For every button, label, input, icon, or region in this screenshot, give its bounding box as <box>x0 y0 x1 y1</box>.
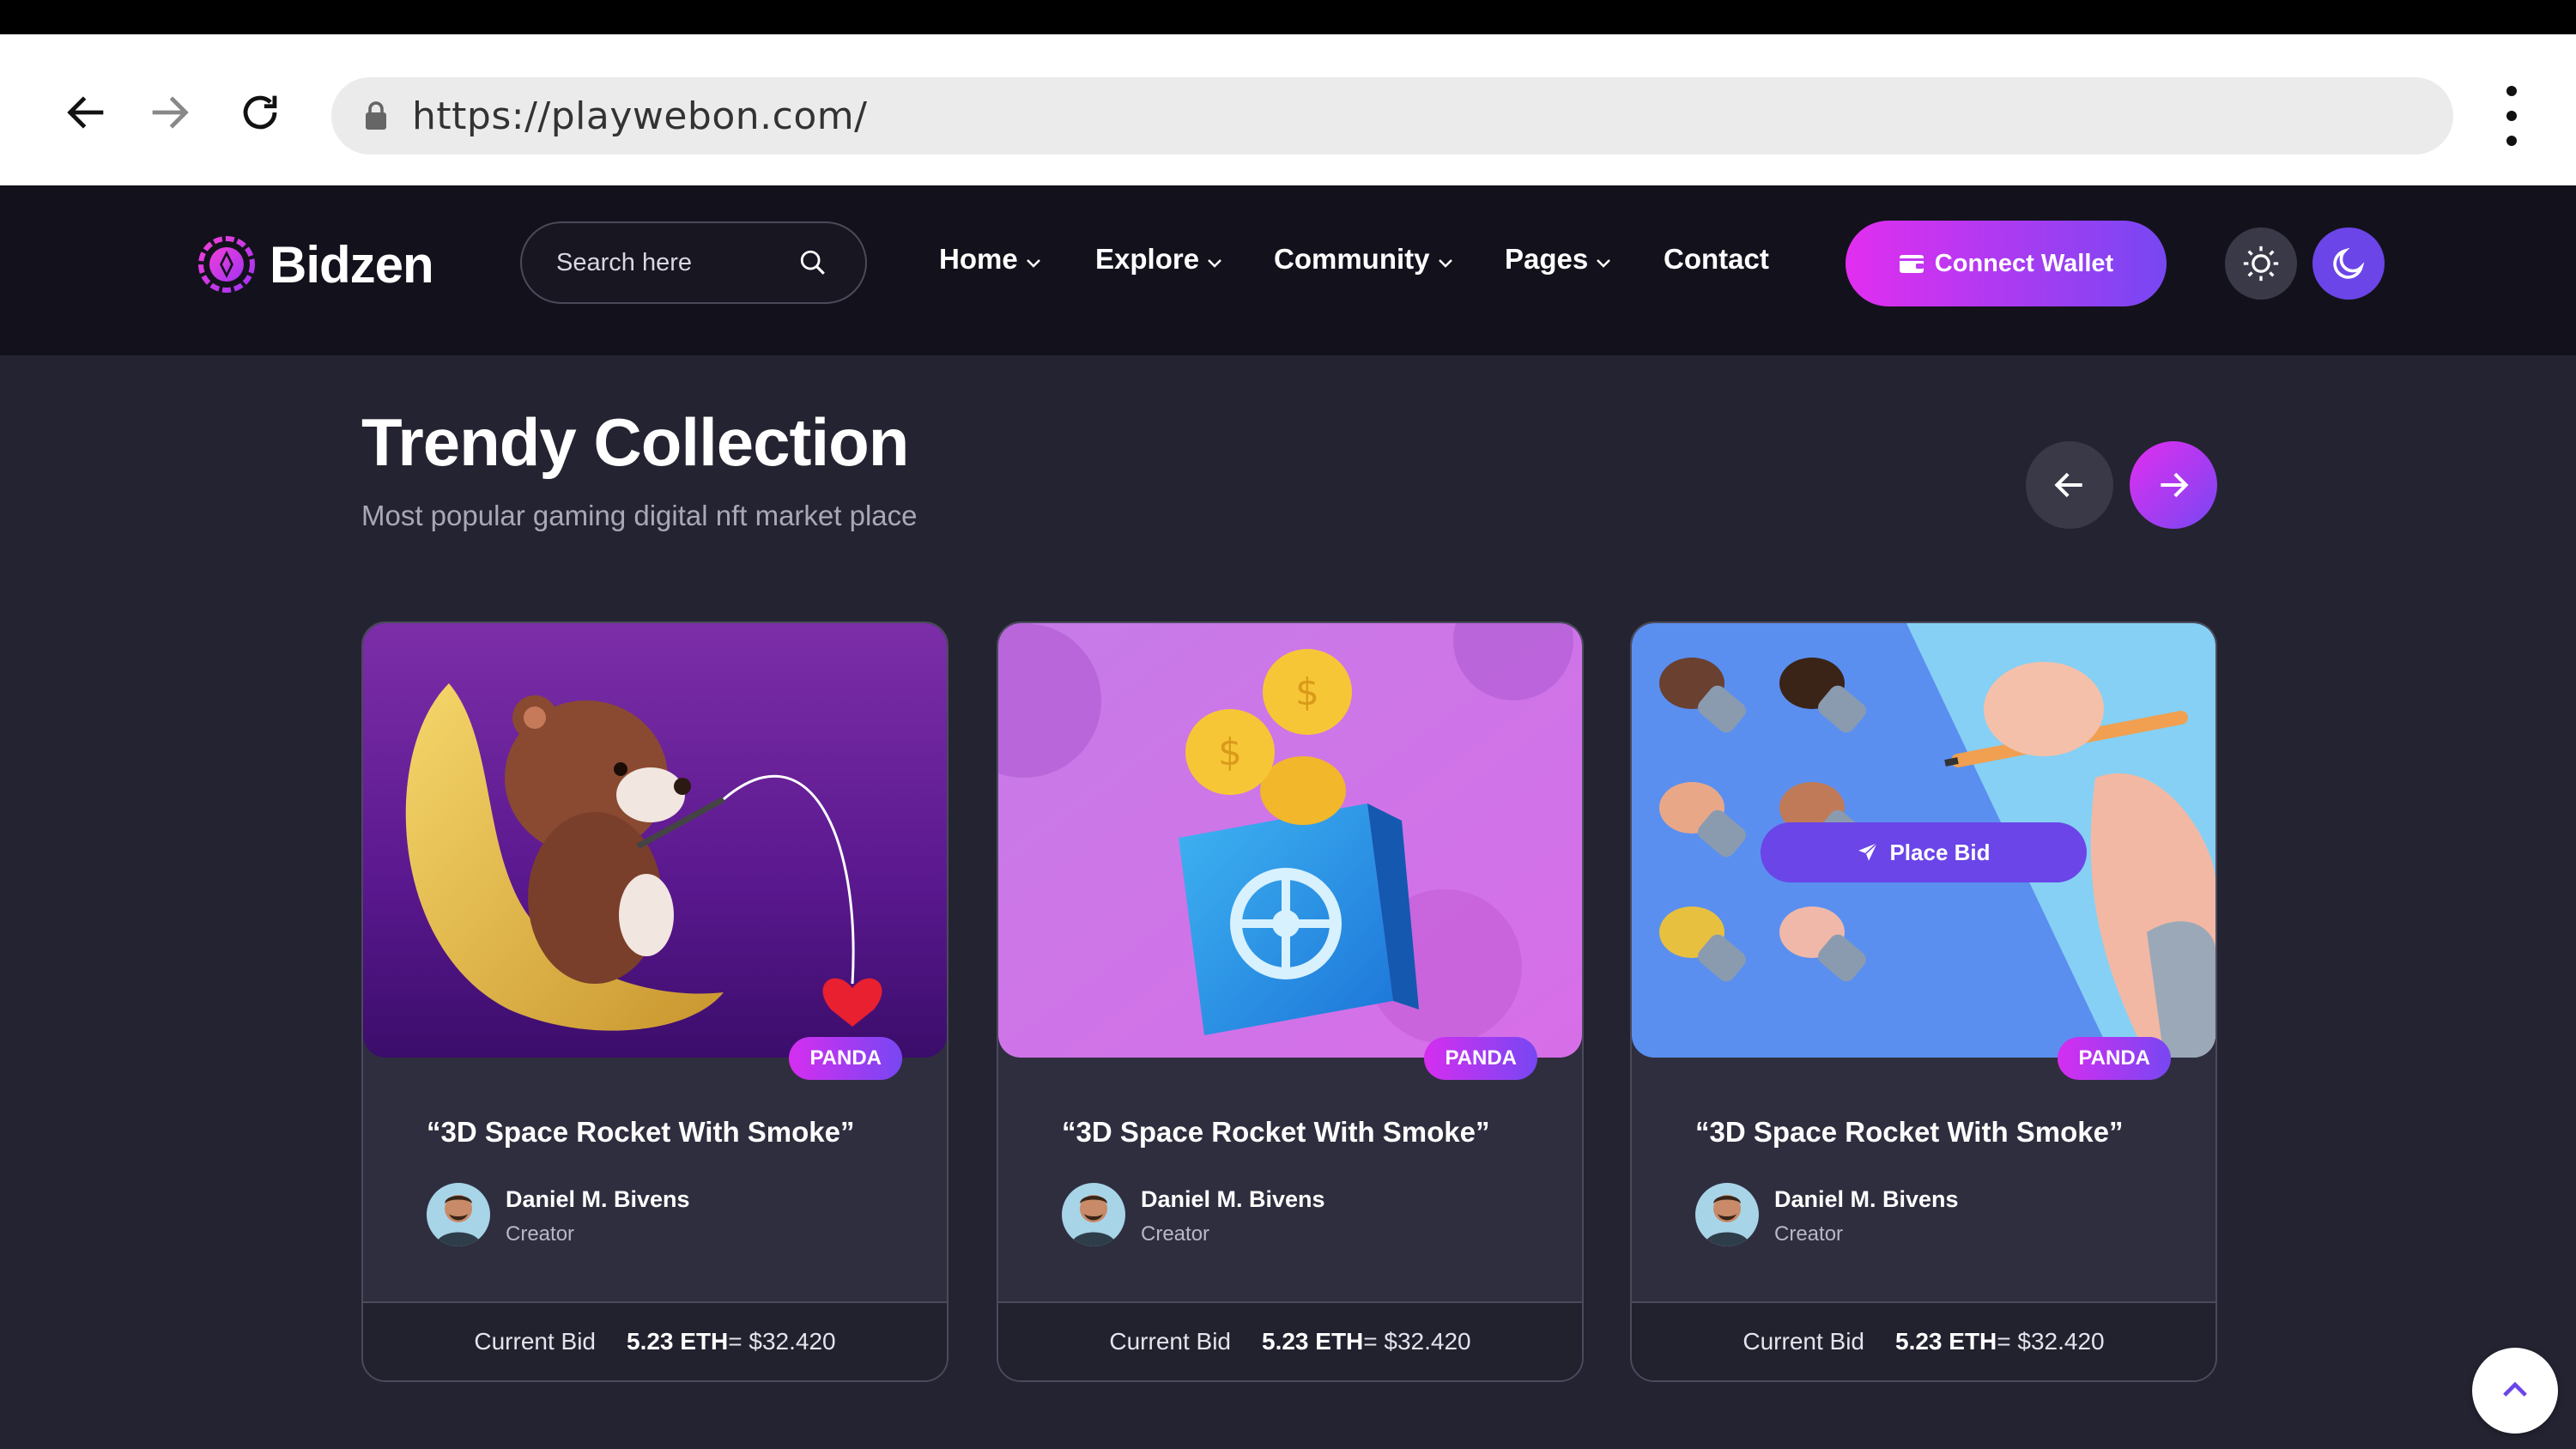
search-icon[interactable] <box>798 248 827 277</box>
light-mode-button[interactable] <box>2225 227 2297 300</box>
collection-badge: PANDA <box>1424 1037 1537 1080</box>
arrow-left-icon <box>67 96 104 129</box>
current-bid-label: Current Bid <box>1109 1328 1231 1355</box>
arrow-right-icon <box>2161 472 2189 498</box>
nav-label: Community <box>1274 243 1430 275</box>
site-logo[interactable]: Bidzen <box>192 230 434 299</box>
svg-text:$: $ <box>1218 731 1242 774</box>
nav-pages[interactable]: Pages <box>1505 243 1612 276</box>
arrow-right-icon <box>152 96 189 129</box>
bid-usd-value: = $32.420 <box>728 1328 836 1355</box>
svg-text:$: $ <box>1295 670 1319 714</box>
nft-card[interactable]: PANDA “3D Space Rocket With Smoke” Danie… <box>361 621 949 1382</box>
menu-dot-icon <box>2506 111 2517 121</box>
current-bid-label: Current Bid <box>474 1328 596 1355</box>
chevron-up-icon <box>2503 1381 2527 1397</box>
chevron-down-icon <box>1208 259 1221 268</box>
creator-avatar-image <box>427 1183 490 1246</box>
nav-label: Pages <box>1505 243 1589 275</box>
nft-card[interactable]: $ $ PANDA “3D Space Rocket With Smoke” D… <box>997 621 1584 1382</box>
card-footer: Current Bid 5.23 ETH = $32.420 <box>1632 1301 2215 1380</box>
connect-wallet-button[interactable]: Connect Wallet <box>1846 221 2167 306</box>
section-subtitle: Most popular gaming digital nft market p… <box>361 500 918 531</box>
creator-role: Creator <box>506 1222 575 1246</box>
chevron-down-icon <box>1026 259 1040 268</box>
chevron-down-icon <box>1438 259 1452 268</box>
send-icon <box>1858 842 1878 861</box>
nft-image[interactable]: $ $ <box>998 623 1582 1058</box>
scroll-to-top-button[interactable] <box>2472 1348 2558 1434</box>
menu-dot-icon <box>2506 86 2517 96</box>
nft-card[interactable]: Place Bid PANDA “3D Space Rocket With Sm… <box>1630 621 2217 1382</box>
url-text: https://playwebon.com/ <box>412 94 868 138</box>
creator-role: Creator <box>1141 1222 1210 1246</box>
menu-dot-icon <box>2506 136 2517 146</box>
nav-community[interactable]: Community <box>1274 243 1454 276</box>
arrow-left-icon <box>2054 472 2082 498</box>
address-bar[interactable]: https://playwebon.com/ <box>331 77 2453 155</box>
carousel-prev-button[interactable] <box>2026 441 2113 529</box>
card-footer: Current Bid 5.23 ETH = $32.420 <box>363 1301 947 1380</box>
nav-explore[interactable]: Explore <box>1095 243 1223 276</box>
place-bid-button[interactable]: Place Bid <box>1761 822 2087 882</box>
logo-text: Bidzen <box>270 235 434 294</box>
card-title[interactable]: “3D Space Rocket With Smoke” <box>1062 1116 1490 1149</box>
creator-avatar-image <box>1062 1183 1125 1246</box>
current-bid-label: Current Bid <box>1743 1328 1864 1355</box>
collection-badge: PANDA <box>789 1037 902 1080</box>
nav-home[interactable]: Home <box>939 243 1042 276</box>
collection-badge: PANDA <box>2058 1037 2171 1080</box>
back-button[interactable] <box>57 82 117 142</box>
reload-button[interactable] <box>230 82 290 142</box>
card-title[interactable]: “3D Space Rocket With Smoke” <box>427 1116 855 1149</box>
bid-usd-value: = $32.420 <box>1997 1328 2105 1355</box>
bid-eth-value: 5.23 ETH <box>627 1328 729 1355</box>
carousel-next-button[interactable] <box>2130 441 2217 529</box>
place-bid-label: Place Bid <box>1889 839 1991 865</box>
creator-name[interactable]: Daniel M. Bivens <box>506 1186 690 1213</box>
status-bar <box>0 0 2576 34</box>
forward-button[interactable] <box>139 82 199 142</box>
creator-name[interactable]: Daniel M. Bivens <box>1141 1186 1325 1213</box>
creator-role: Creator <box>1774 1222 1844 1246</box>
bidzen-logo-icon <box>198 236 255 293</box>
lock-icon <box>366 101 386 130</box>
dark-mode-button[interactable] <box>2312 227 2385 300</box>
browser-menu-button[interactable] <box>2489 86 2534 146</box>
creator-avatar-image <box>1695 1183 1759 1246</box>
bear-on-moon-image <box>363 623 947 1058</box>
bid-usd-value: = $32.420 <box>1363 1328 1471 1355</box>
nav-contact[interactable]: Contact <box>1664 243 1769 276</box>
section-title: Trendy Collection <box>361 404 909 480</box>
moon-icon <box>2333 247 2365 279</box>
avatar[interactable] <box>427 1183 490 1246</box>
nav-label: Home <box>939 243 1018 275</box>
chevron-down-icon <box>1597 259 1611 268</box>
bid-eth-value: 5.23 ETH <box>1262 1328 1364 1355</box>
sun-icon <box>2243 246 2279 282</box>
wallet-icon <box>1899 255 1924 273</box>
search-box[interactable]: Search here <box>520 221 867 304</box>
nav-label: Contact <box>1664 243 1769 275</box>
nft-image[interactable] <box>363 623 947 1058</box>
nav-label: Explore <box>1095 243 1200 275</box>
card-footer: Current Bid 5.23 ETH = $32.420 <box>998 1301 1582 1380</box>
creator-name[interactable]: Daniel M. Bivens <box>1774 1186 1959 1213</box>
reload-icon <box>243 95 277 130</box>
avatar[interactable] <box>1062 1183 1125 1246</box>
connect-wallet-label: Connect Wallet <box>1934 249 2114 277</box>
avatar[interactable] <box>1695 1183 1759 1246</box>
search-input[interactable]: Search here <box>556 249 798 277</box>
safe-with-coins-image: $ $ <box>998 623 1582 1058</box>
bid-eth-value: 5.23 ETH <box>1895 1328 1997 1355</box>
card-title[interactable]: “3D Space Rocket With Smoke” <box>1695 1116 2124 1149</box>
